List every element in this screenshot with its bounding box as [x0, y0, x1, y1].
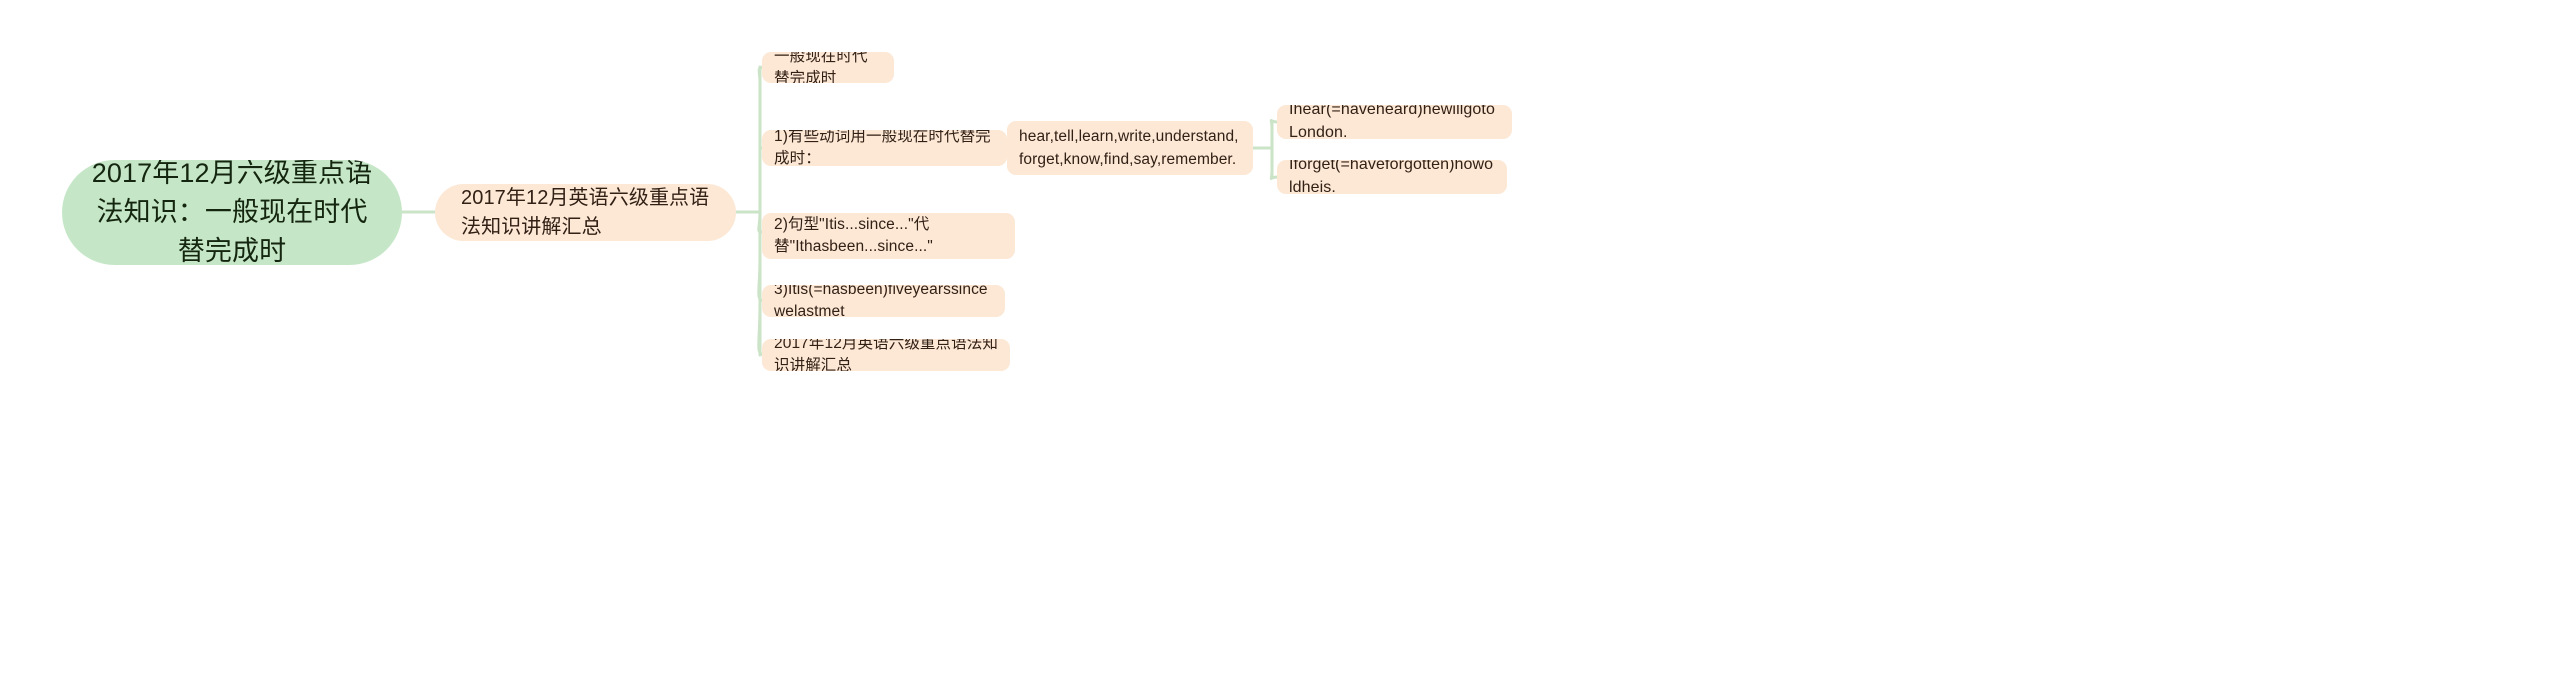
mindmap-branch-label-2: 1)有些动词用一般现在时代替完成时：: [774, 130, 991, 166]
mindmap-level2-label: 2017年12月英语六级重点语法知识讲解汇总: [461, 186, 710, 238]
mindmap-canvas: 2017年12月六级重点语法知识：一般现在时代替完成时 2017年12月英语六级…: [0, 0, 2560, 691]
mindmap-leaf-node-1[interactable]: Ihear(=haveheard)hewillgotoLondon.: [1277, 105, 1512, 139]
mindmap-branch-label-4: 3)Itis(=hasbeen)fiveyearssincewelastmet: [774, 285, 988, 317]
mindmap-level2-node[interactable]: 2017年12月英语六级重点语法知识讲解汇总: [435, 184, 736, 241]
mindmap-child-label-2-1: hear,tell,learn,write,understand,forget,…: [1019, 127, 1239, 168]
mindmap-branch-node-3[interactable]: 2)句型"Itis...since..."代替"Ithasbeen...sinc…: [762, 213, 1015, 259]
mindmap-root-node[interactable]: 2017年12月六级重点语法知识：一般现在时代替完成时: [62, 160, 402, 265]
mindmap-root-label: 2017年12月六级重点语法知识：一般现在时代替完成时: [91, 160, 373, 265]
mindmap-edge-layer: [398, 65, 1280, 357]
mindmap-child-node-2-1[interactable]: hear,tell,learn,write,understand,forget,…: [1007, 121, 1253, 175]
mindmap-branch-node-4[interactable]: 3)Itis(=hasbeen)fiveyearssincewelastmet: [762, 285, 1005, 317]
mindmap-branch-node-1[interactable]: 一般现在时代替完成时: [762, 52, 894, 83]
mindmap-branch-label-1: 一般现在时代替完成时: [774, 52, 868, 83]
mindmap-branch-label-3: 2)句型"Itis...since..."代替"Ithasbeen...sinc…: [774, 216, 933, 255]
mindmap-leaf-label-2: Iforget(=haveforgotten)howoldheis.: [1289, 160, 1494, 194]
mindmap-branch-node-2[interactable]: 1)有些动词用一般现在时代替完成时：: [762, 130, 1007, 166]
mindmap-branch-label-5: 2017年12月英语六级重点语法知识讲解汇总: [774, 339, 998, 371]
mindmap-branch-node-5[interactable]: 2017年12月英语六级重点语法知识讲解汇总: [762, 339, 1010, 371]
mindmap-leaf-label-1: Ihear(=haveheard)hewillgotoLondon.: [1289, 105, 1495, 139]
mindmap-leaf-node-2[interactable]: Iforget(=haveforgotten)howoldheis.: [1277, 160, 1507, 194]
